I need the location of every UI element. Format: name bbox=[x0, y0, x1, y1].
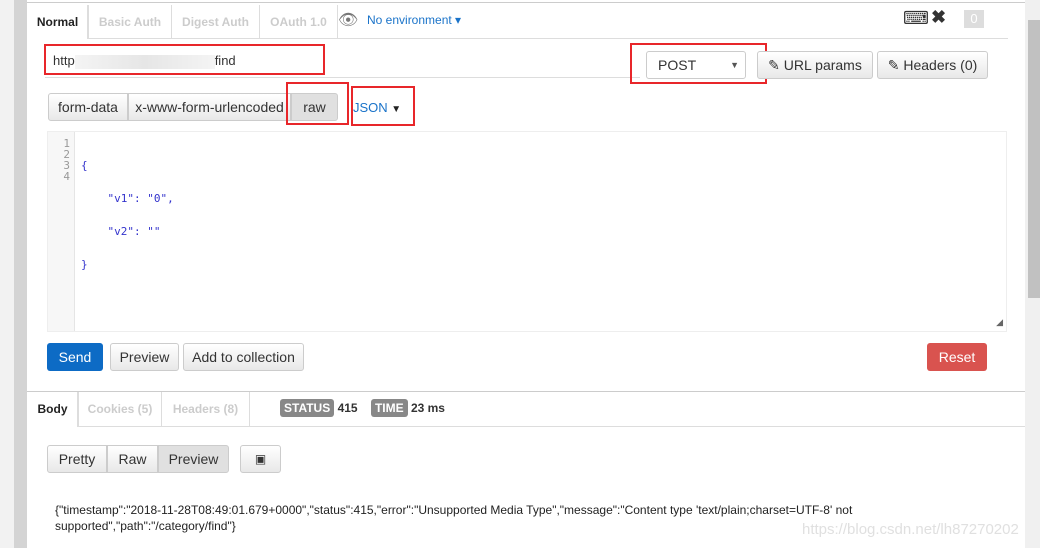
view-preview[interactable]: Preview bbox=[158, 445, 229, 473]
top-border bbox=[27, 2, 1025, 3]
code-lines: { "v1": "0", "v2": "" } bbox=[81, 138, 174, 292]
tab-normal[interactable]: Normal bbox=[28, 5, 88, 39]
response-tab-headers[interactable]: Headers (8) bbox=[162, 392, 250, 427]
environment-label: No environment bbox=[367, 13, 452, 27]
tab-digest-auth[interactable]: Digest Auth bbox=[172, 5, 260, 39]
environment-select[interactable]: No environment ▾ bbox=[367, 13, 461, 27]
tab-oauth[interactable]: OAuth 1.0 bbox=[260, 5, 338, 39]
send-button[interactable]: Send bbox=[47, 343, 103, 371]
line-numbers: 1 2 3 4 bbox=[48, 132, 75, 331]
response-time: 23 ms bbox=[410, 401, 445, 415]
watermark: https://blog.csdn.net/lh87270202 bbox=[802, 521, 1019, 538]
code-line: } bbox=[81, 258, 88, 271]
eye-icon[interactable]: 👁 bbox=[338, 10, 358, 30]
response-status: STATUS 415 TIME 23 ms bbox=[280, 399, 445, 417]
body-mode-urlencoded[interactable]: x-www-form-urlencoded bbox=[128, 93, 291, 121]
url-underline bbox=[45, 77, 640, 78]
response-tabs-underline bbox=[78, 426, 1025, 427]
status-badge: STATUS bbox=[280, 399, 335, 417]
resize-handle-icon[interactable]: ◢ bbox=[996, 317, 1003, 328]
line-number: 4 bbox=[63, 170, 70, 183]
highlight-raw bbox=[286, 82, 349, 125]
response-tab-cookies[interactable]: Cookies (5) bbox=[78, 392, 162, 427]
sidebar-divider[interactable] bbox=[14, 0, 27, 548]
wrench-icon[interactable]: ✖ bbox=[931, 7, 946, 28]
time-badge: TIME bbox=[370, 399, 408, 417]
edit-icon: ✎ bbox=[768, 57, 780, 73]
view-pretty[interactable]: Pretty bbox=[47, 445, 107, 473]
highlight-url bbox=[44, 44, 325, 75]
reset-button[interactable]: Reset bbox=[927, 343, 987, 371]
response-body: {"timestamp":"2018-11-28T08:49:01.679+00… bbox=[55, 503, 853, 533]
preview-button[interactable]: Preview bbox=[110, 343, 179, 371]
add-to-collection-button[interactable]: Add to collection bbox=[183, 343, 304, 371]
status-code: 415 bbox=[337, 401, 358, 415]
highlight-raw-type bbox=[351, 86, 415, 126]
fullscreen-icon[interactable]: ▣ bbox=[240, 445, 281, 473]
edit-icon: ✎ bbox=[887, 57, 900, 73]
code-line: { bbox=[81, 159, 88, 172]
tab-basic-auth[interactable]: Basic Auth bbox=[88, 5, 172, 39]
response-tab-body[interactable]: Body bbox=[28, 392, 78, 427]
code-line: "v2": "" bbox=[81, 225, 161, 238]
url-params-button[interactable]: ✎ URL params bbox=[757, 51, 873, 79]
left-sidebar bbox=[0, 0, 14, 548]
body-editor[interactable]: 1 2 3 4 { "v1": "0", "v2": "" } ◢ bbox=[47, 131, 1007, 332]
notification-badge[interactable]: 0 bbox=[964, 10, 984, 28]
view-raw[interactable]: Raw bbox=[107, 445, 158, 473]
tabs-underline bbox=[88, 38, 1008, 39]
url-params-label: URL params bbox=[783, 57, 862, 73]
headers-label: Headers (0) bbox=[903, 57, 978, 73]
keyboard-icon[interactable]: ⌨ bbox=[903, 9, 929, 27]
scrollbar-thumb[interactable] bbox=[1028, 20, 1040, 298]
headers-button[interactable]: ✎ Headers (0) bbox=[877, 51, 988, 79]
highlight-method bbox=[630, 43, 767, 84]
body-mode-form-data[interactable]: form-data bbox=[48, 93, 128, 121]
code-line: "v1": "0", bbox=[81, 192, 174, 205]
